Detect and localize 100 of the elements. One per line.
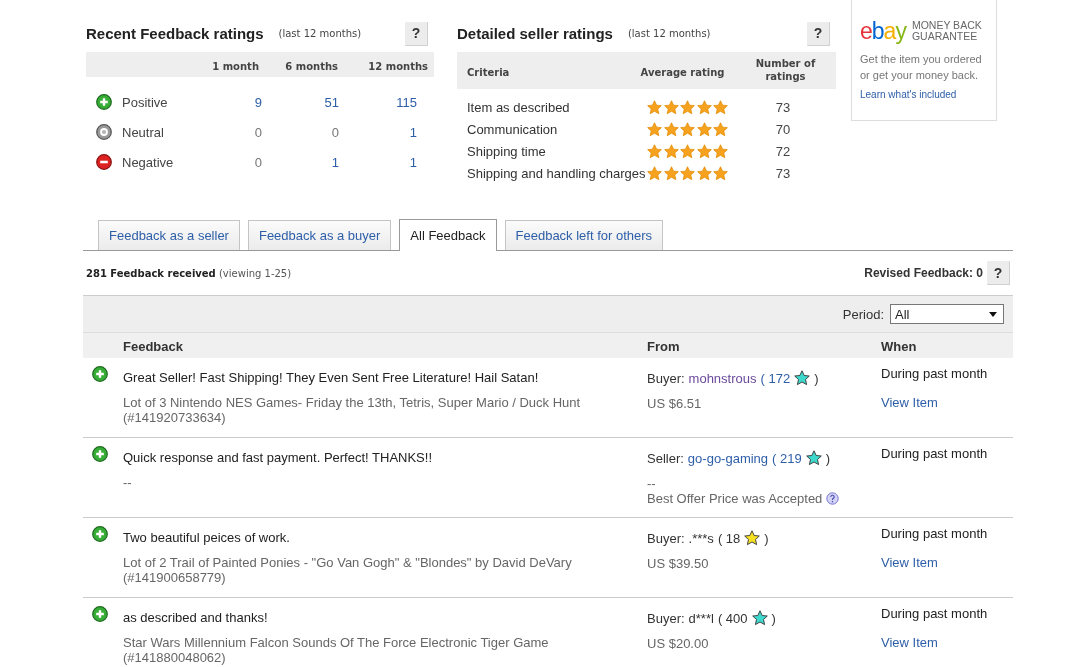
star-icon (663, 165, 679, 181)
user-role: Buyer: (647, 371, 685, 386)
learn-more-link[interactable]: Learn what's included (860, 89, 957, 100)
star-icon (663, 143, 679, 159)
feedback-score[interactable]: ( 172 (760, 371, 791, 386)
feedback-comment: as described and thanks! (123, 610, 268, 626)
ring-circle-icon (96, 124, 112, 140)
star-icon (713, 143, 728, 159)
help-button[interactable]: ? (405, 21, 428, 46)
plus-circle-icon (92, 606, 108, 622)
criteria-label: Item as described (467, 100, 570, 115)
feedback-count-link[interactable]: 115 (396, 95, 417, 110)
period-note: (last 12 months) (278, 28, 362, 39)
username-link[interactable]: go-go-gaming (687, 451, 769, 466)
score-bracket: ) (825, 451, 831, 466)
user-role: Buyer: (647, 611, 685, 626)
feedback-comment: Two beautiful peices of work. (123, 530, 290, 546)
column-header: 1 month (212, 60, 259, 72)
feedback-count-link[interactable]: 1 (331, 155, 339, 170)
feedback-comment: Quick response and fast payment. Perfect! THANKS!! (123, 450, 432, 466)
ratings-count: 70 (775, 122, 791, 137)
view-item-link[interactable]: View Item (881, 395, 938, 410)
score-bracket: ) (764, 531, 769, 546)
ratings-count: 72 (775, 144, 791, 159)
ratings-count: 73 (775, 166, 791, 181)
star-icon (713, 99, 728, 115)
help-button[interactable]: ? (807, 21, 830, 46)
item-price: US $6.51 (647, 396, 702, 411)
star-icon (680, 143, 695, 159)
star-icon (696, 165, 712, 181)
star-icon (647, 99, 662, 115)
tab[interactable]: Feedback as a seller (98, 220, 240, 250)
column-header: Number of ratings (754, 57, 817, 83)
star-icon (680, 165, 695, 181)
plus-circle-icon (96, 94, 112, 110)
feedback-count-link[interactable]: 1 (409, 125, 417, 140)
column-header: When (881, 338, 917, 354)
feedback-count: 0 (331, 125, 339, 140)
view-item-link[interactable]: View Item (881, 555, 938, 570)
star-icon (680, 121, 695, 137)
period-note: (last 12 months) (627, 28, 711, 39)
tab[interactable]: Feedback as a buyer (247, 220, 392, 250)
minus-circle-icon (96, 154, 112, 170)
guarantee-tagline: MONEY BACK GUARANTEE (911, 20, 983, 42)
star-icon (696, 121, 712, 137)
plus-circle-icon (92, 366, 108, 382)
column-header: Average rating (640, 66, 725, 78)
column-header: From (647, 338, 680, 354)
period-label: Period: (842, 306, 884, 322)
feedback-score: ( 18 (717, 531, 741, 546)
star-icon (713, 165, 728, 181)
item-price: US $20.00 (647, 636, 709, 651)
column-header: 6 months (285, 60, 338, 72)
view-item-link[interactable]: View Item (881, 635, 938, 650)
revised-feedback: Revised Feedback: 0 (864, 266, 983, 280)
feedback-comment: Great Seller! Fast Shipping! They Even Sent Free Literature! Hail Satan! (123, 370, 539, 386)
username-link[interactable]: mohnstrous (688, 371, 757, 386)
question-circle-icon (826, 492, 840, 505)
star-icon (680, 99, 695, 115)
logo: ebay (860, 18, 906, 44)
star-icon (647, 121, 662, 137)
item-price: US $39.50 (647, 556, 709, 571)
feedback-score: ( 400 (717, 611, 748, 626)
feedback-summary: 281 Feedback received (viewing 1-25) (86, 267, 292, 279)
feedback-count: 0 (254, 125, 262, 140)
star-icon (696, 99, 712, 115)
criteria-label: Shipping time (467, 144, 546, 159)
username: d***l (688, 611, 714, 626)
feedback-count-link[interactable]: 1 (409, 155, 417, 170)
feedback-date: During past month (881, 526, 988, 542)
column-header: Criteria (467, 66, 510, 78)
item-title: -- (123, 475, 132, 490)
feedback-score[interactable]: ( 219 (772, 451, 802, 466)
feedback-count-link[interactable]: 9 (254, 95, 262, 110)
plus-circle-icon (92, 526, 108, 542)
period-select[interactable]: All (890, 304, 1004, 324)
tab[interactable]: All Feedback (399, 219, 497, 251)
star-icon (647, 165, 662, 181)
item-title: Star Wars Millennium Falcon Sounds Of The Force Electronic Tiger Game (#141880048062) (123, 635, 550, 665)
item-title: Lot of 3 Nintendo NES Games- Friday the 13th, Tetris, Super Mario / Duck Hunt (#141920733634) (123, 395, 582, 425)
help-button[interactable]: ? (987, 261, 1010, 285)
column-header: 12 months (368, 60, 428, 72)
user-role: Seller: (647, 451, 684, 466)
star-icon (663, 121, 679, 137)
item-title: Lot of 2 Trail of Painted Ponies - "Go Van Gogh" & "Blondes" by David DeVary (#141900658779) (123, 555, 573, 585)
star-icon (647, 143, 662, 159)
username: .***s (688, 531, 714, 546)
section-title: Detailed seller ratings (457, 25, 613, 42)
section-title: Recent Feedback ratings (86, 25, 264, 42)
star-icon (713, 121, 728, 137)
star-icon (696, 143, 712, 159)
tab[interactable]: Feedback left for others (504, 220, 664, 250)
feedback-date: During past month (881, 606, 988, 622)
star-icon (663, 99, 679, 115)
score-bracket: ) (771, 611, 776, 626)
guarantee-text: Get the item you ordered or get your money back. (860, 52, 983, 83)
column-header: Feedback (123, 338, 183, 354)
feedback-count-link[interactable]: 51 (324, 95, 339, 110)
rating-label: Positive (122, 94, 168, 110)
caret-icon (989, 311, 997, 317)
